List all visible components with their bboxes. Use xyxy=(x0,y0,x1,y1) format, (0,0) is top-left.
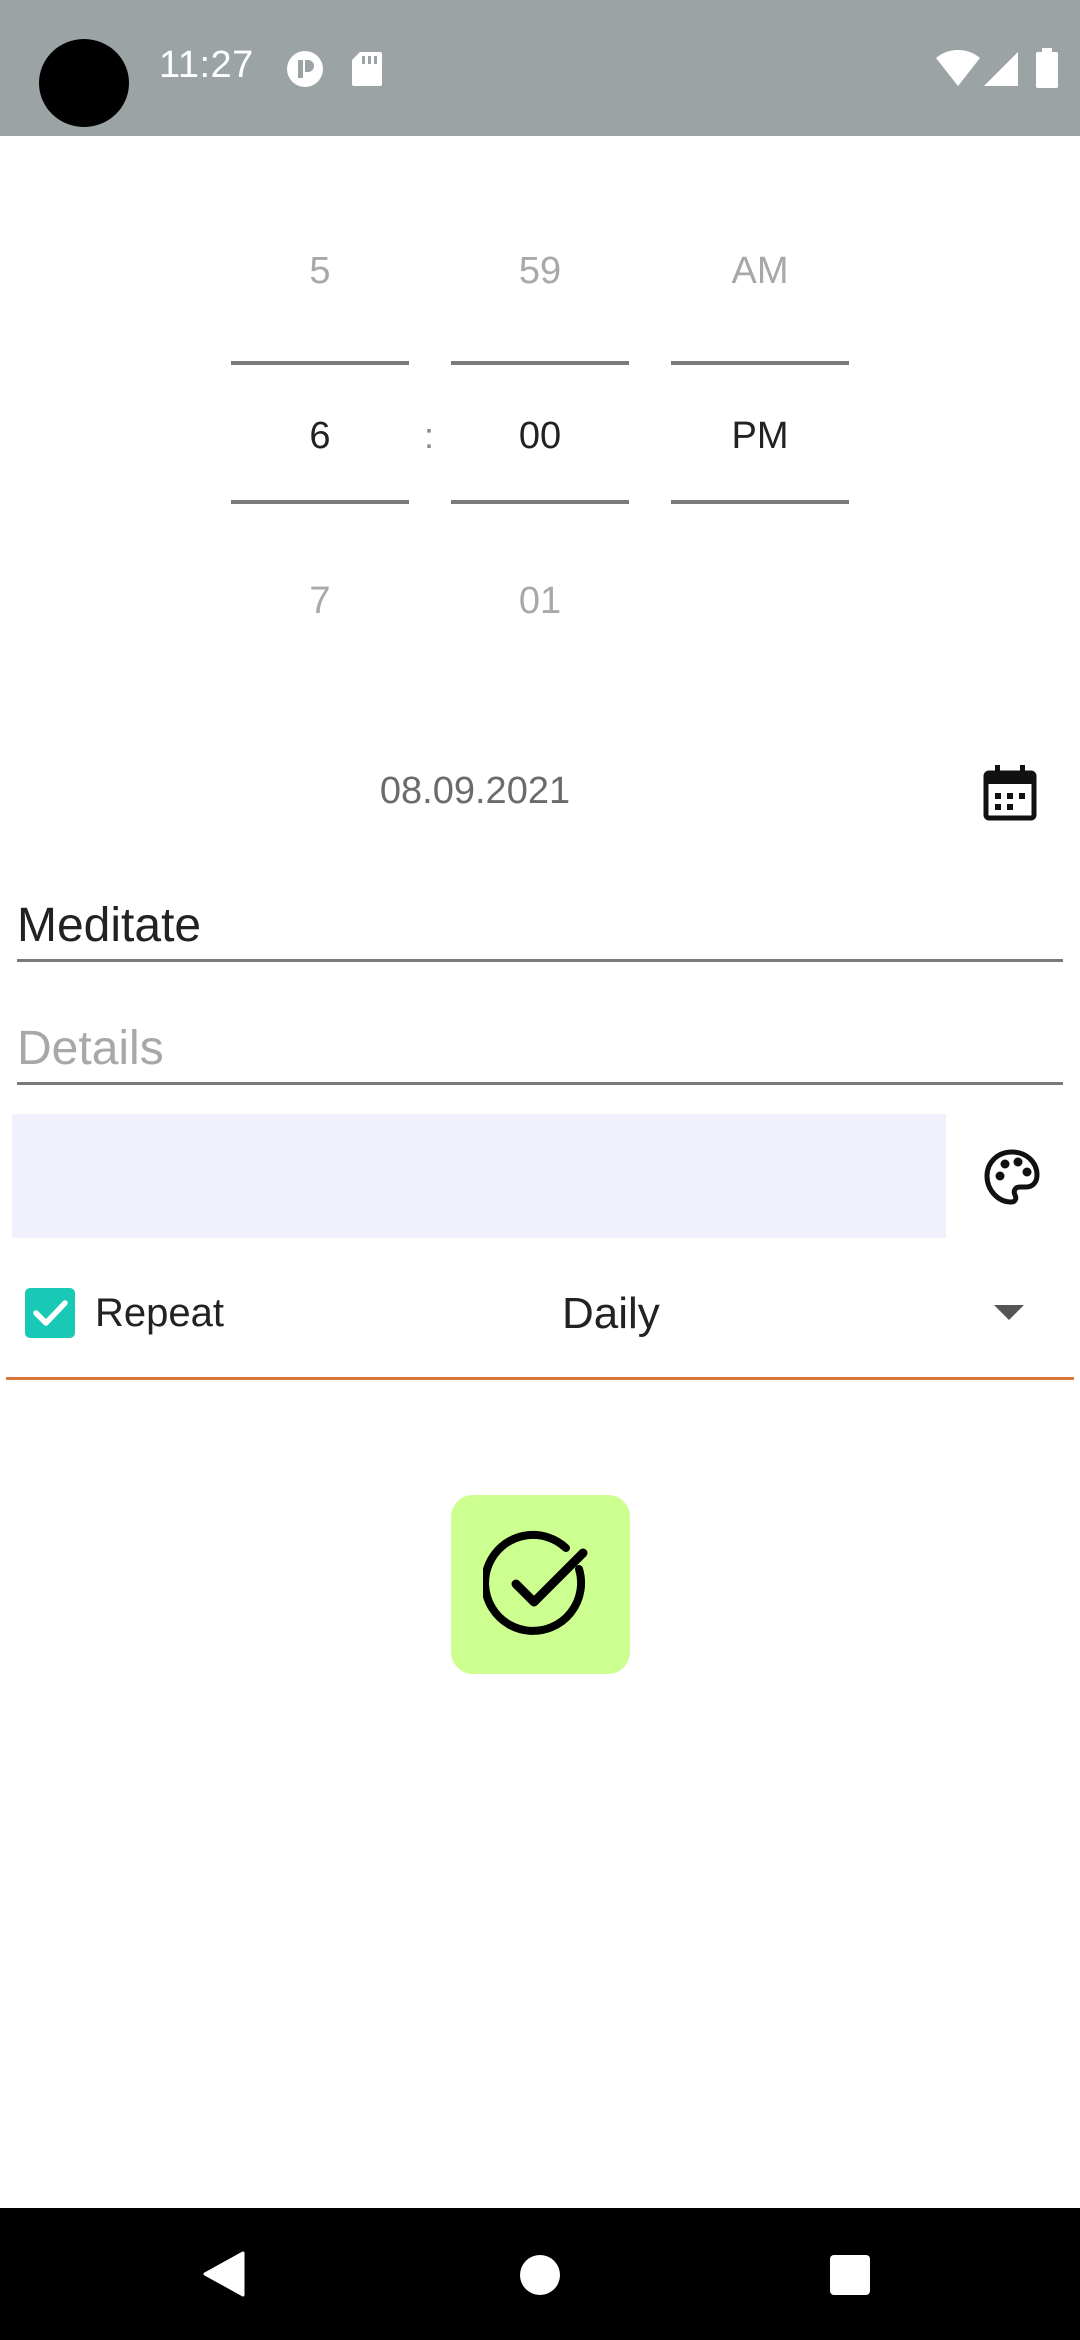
app-notification-icon xyxy=(287,51,323,87)
camera-cutout xyxy=(39,39,129,127)
save-button[interactable] xyxy=(451,1495,630,1674)
minute-divider-bottom xyxy=(451,500,629,504)
minute-selected[interactable]: 00 xyxy=(451,415,629,458)
period-divider-bottom xyxy=(671,500,849,504)
time-separator: : xyxy=(424,415,435,456)
hour-prev[interactable]: 5 xyxy=(231,250,409,293)
sd-card-icon xyxy=(352,52,382,86)
calendar-icon[interactable] xyxy=(983,765,1037,821)
dropdown-arrow-icon[interactable] xyxy=(994,1305,1024,1320)
home-icon[interactable] xyxy=(519,2254,561,2296)
recents-icon[interactable] xyxy=(829,2254,871,2296)
details-input[interactable] xyxy=(17,1015,1063,1085)
check-icon xyxy=(33,1300,68,1326)
palette-icon[interactable] xyxy=(983,1148,1041,1206)
period-divider-top xyxy=(671,361,849,365)
status-bar: 11:27 xyxy=(0,0,1080,136)
date-display[interactable]: 08.09.2021 xyxy=(0,770,950,813)
check-circle-icon xyxy=(482,1530,587,1635)
navigation-bar xyxy=(0,2208,1080,2340)
period-selected[interactable]: PM xyxy=(671,415,849,458)
wifi-icon xyxy=(936,50,980,86)
hour-divider-top xyxy=(231,361,409,365)
hour-divider-bottom xyxy=(231,500,409,504)
repeat-selected-value[interactable]: Daily xyxy=(562,1289,660,1339)
title-input[interactable] xyxy=(17,892,1063,962)
repeat-checkbox[interactable] xyxy=(25,1288,75,1338)
signal-icon xyxy=(984,52,1018,86)
repeat-label[interactable]: Repeat xyxy=(95,1291,224,1336)
minute-next[interactable]: 01 xyxy=(451,580,629,623)
period-prev[interactable]: AM xyxy=(671,250,849,293)
back-icon[interactable] xyxy=(203,2251,245,2297)
hour-next[interactable]: 7 xyxy=(231,580,409,623)
battery-icon xyxy=(1036,48,1058,88)
minute-prev[interactable]: 59 xyxy=(451,250,629,293)
color-swatch[interactable] xyxy=(12,1114,946,1238)
status-time: 11:27 xyxy=(159,44,254,86)
hour-selected[interactable]: 6 xyxy=(231,415,409,458)
minute-divider-top xyxy=(451,361,629,365)
